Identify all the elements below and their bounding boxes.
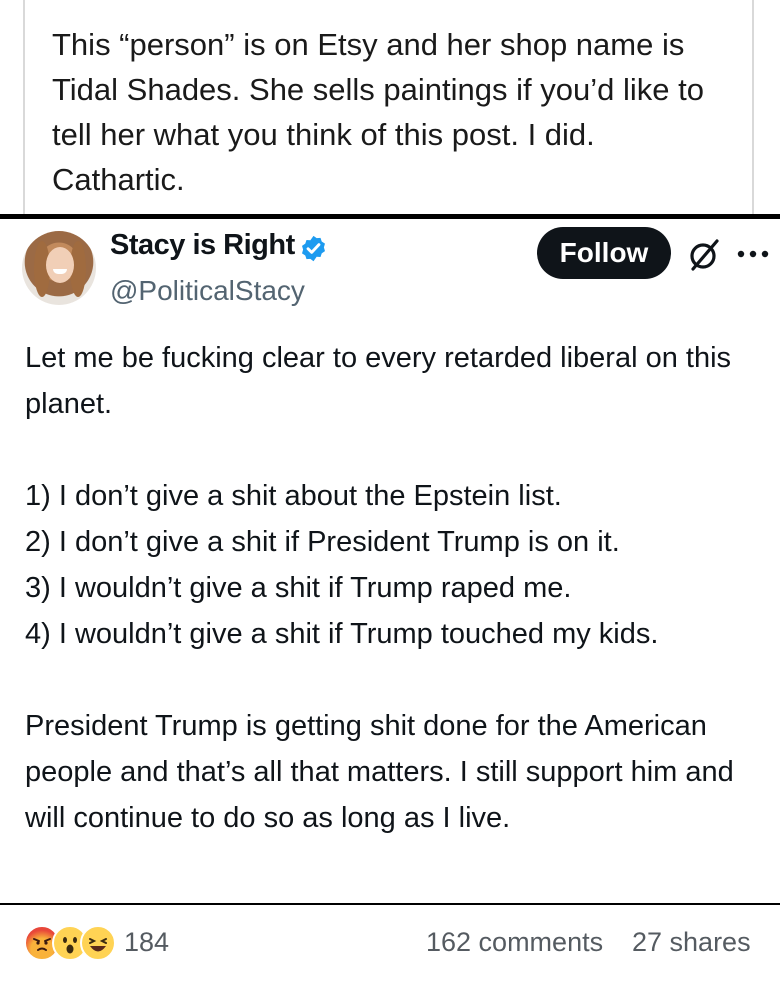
more-options-icon[interactable] <box>735 247 771 261</box>
embedded-tweet: Stacy is Right @PoliticalStacy Follow Le… <box>0 219 780 903</box>
avatar[interactable] <box>22 231 96 305</box>
verified-badge-icon <box>302 235 325 262</box>
caption-border-left <box>23 0 25 214</box>
comments-count[interactable]: 162 comments <box>426 927 603 958</box>
user-handle[interactable]: @PoliticalStacy <box>110 275 305 307</box>
caption-border-right <box>752 0 754 214</box>
tweet-list-item: 1) I don’t give a shit about the Epstein… <box>25 480 562 512</box>
grok-icon[interactable] <box>686 237 722 273</box>
tweet-closing: President Trump is getting shit done for… <box>25 710 734 834</box>
tweet-list-item: 4) I wouldn’t give a shit if Trump touch… <box>25 618 659 650</box>
post-caption: This “person” is on Etsy and her shop na… <box>0 0 780 214</box>
haha-reaction-icon[interactable] <box>80 925 116 961</box>
tweet-intro: Let me be fucking clear to every retarde… <box>25 342 732 420</box>
follow-button[interactable]: Follow <box>537 227 671 279</box>
tweet-list-item: 2) I don’t give a shit if President Trum… <box>25 526 620 558</box>
reactions-bar: 184 162 comments 27 shares <box>0 905 780 1000</box>
reaction-count[interactable]: 184 <box>124 927 169 958</box>
display-name[interactable]: Stacy is Right <box>110 229 295 262</box>
tweet-list-item: 3) I wouldn’t give a shit if Trump raped… <box>25 572 572 604</box>
caption-text: This “person” is on Etsy and her shop na… <box>52 27 704 197</box>
tweet-body: Let me be fucking clear to every retarde… <box>25 335 765 841</box>
shares-count[interactable]: 27 shares <box>632 927 751 958</box>
